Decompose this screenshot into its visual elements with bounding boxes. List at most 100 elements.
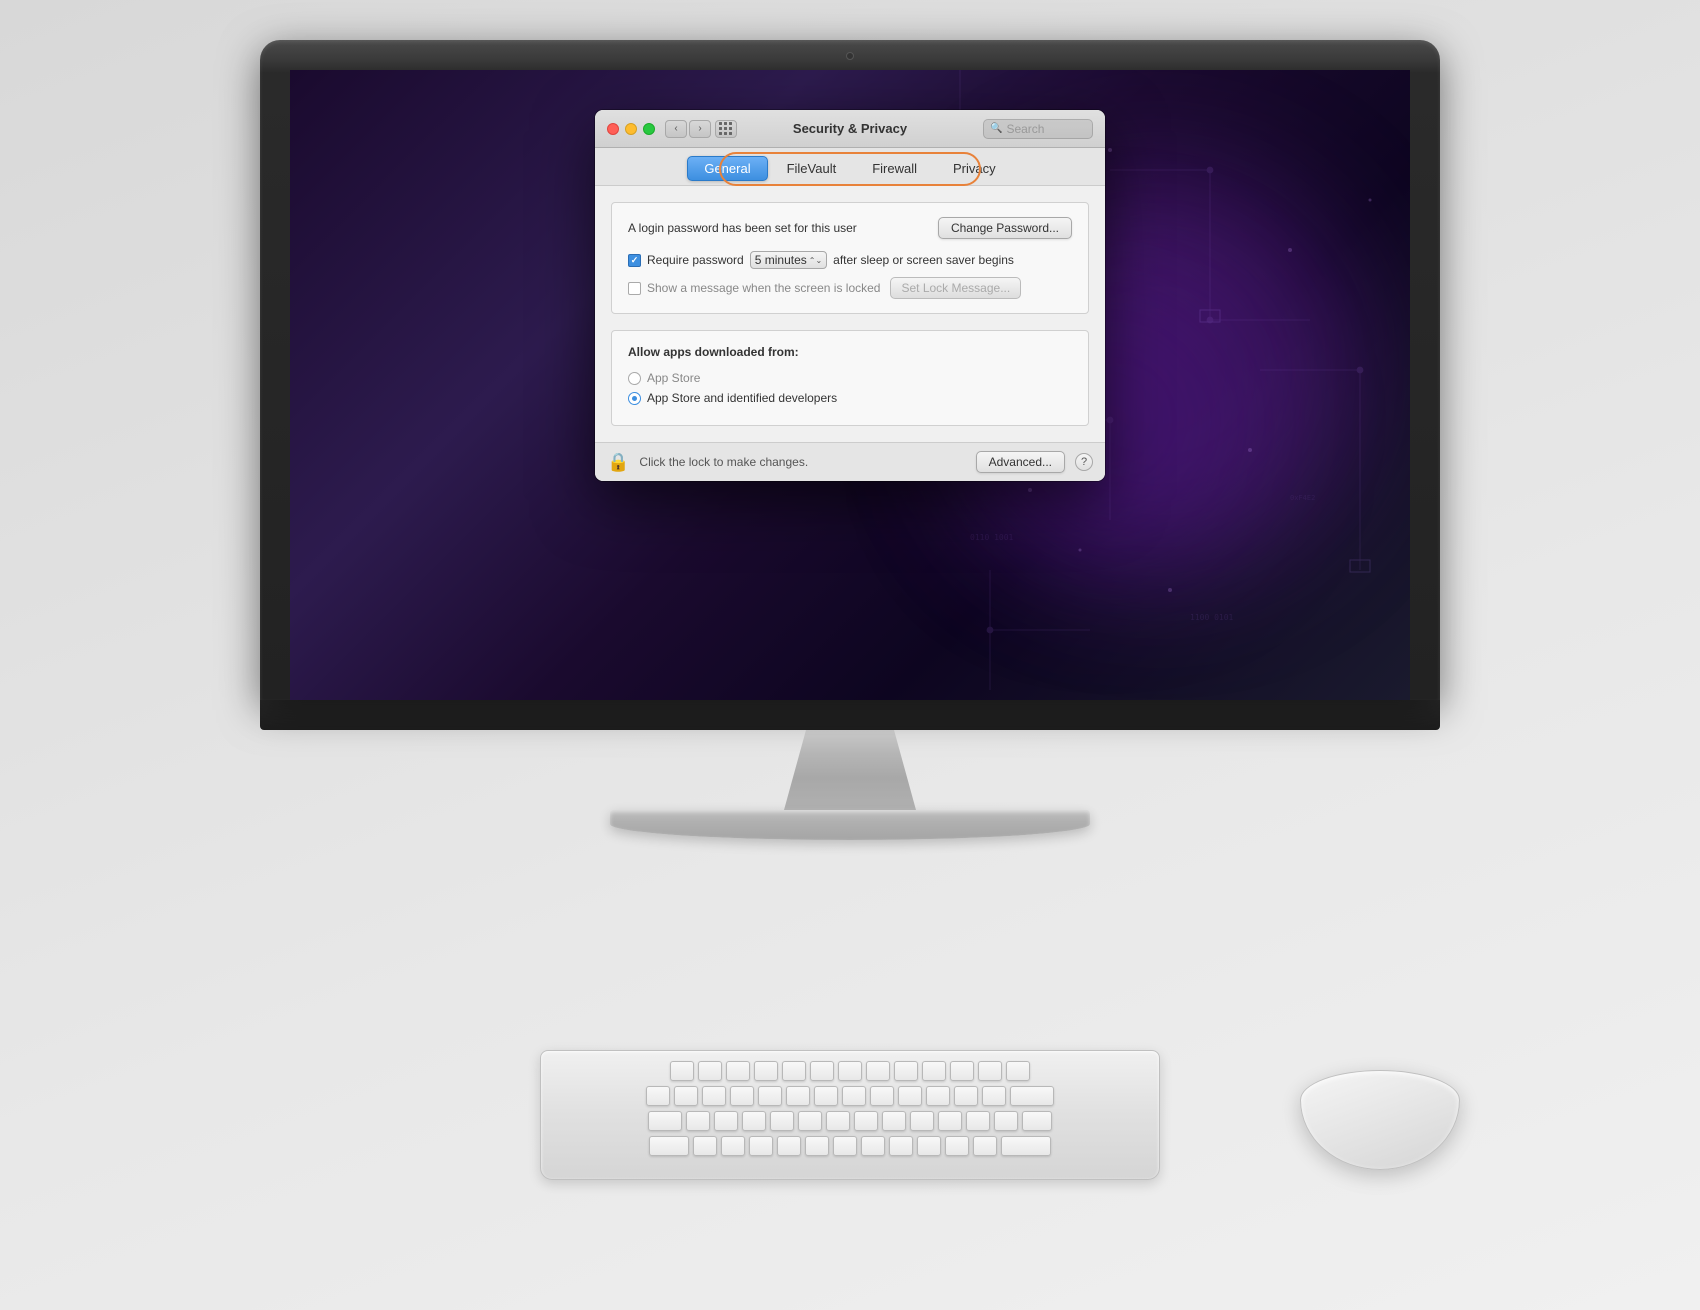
key-6 [814,1086,838,1106]
login-password-row: A login password has been set for this u… [628,217,1072,239]
key-f1 [698,1061,722,1081]
change-password-button[interactable]: Change Password... [938,217,1072,239]
key-capslock [649,1136,689,1156]
screen-area: 0110 1001 1100 0101 0xF4E2 [290,70,1410,700]
mouse-body [1300,1070,1460,1170]
key-f7 [866,1061,890,1081]
key-f [777,1136,801,1156]
key-w [714,1111,738,1131]
key-t [798,1111,822,1131]
window-title: Security & Privacy [793,121,907,136]
imac-wrapper: 0110 1001 1100 0101 0xF4E2 [170,40,1530,840]
key-8 [870,1086,894,1106]
spacer [611,314,1089,330]
apps-grid-button[interactable] [715,120,737,138]
require-password-row: Require password 5 minutes ⌃⌄ after slee… [628,251,1072,269]
key-y [826,1111,850,1131]
key-f11 [978,1061,1002,1081]
tabs-bar: General FileVault Firewall Privacy [595,148,1105,185]
minimize-button[interactable] [625,123,637,135]
keyboard-row-1 [555,1061,1145,1081]
key-tab [648,1111,682,1131]
key-4 [758,1086,782,1106]
keyboard [540,1050,1160,1180]
search-icon: 🔍 [990,123,1002,134]
content-area: A login password has been set for this u… [595,185,1105,442]
key-f8 [894,1061,918,1081]
key-0 [926,1086,950,1106]
allow-apps-section: Allow apps downloaded from: App Store Ap… [611,330,1089,426]
require-password-checkbox[interactable] [628,254,641,267]
key-j [861,1136,885,1156]
key-semicolon [945,1136,969,1156]
advanced-button[interactable]: Advanced... [976,451,1065,473]
scene: 0110 1001 1100 0101 0xF4E2 [0,0,1700,1310]
search-bar[interactable]: 🔍 Search [983,119,1093,139]
key-o [910,1111,934,1131]
key-delete [1010,1086,1054,1106]
login-password-text: A login password has been set for this u… [628,221,857,235]
key-g [805,1136,829,1156]
radio-identified-label: App Store and identified developers [647,391,837,405]
radio-identified[interactable] [628,392,641,405]
close-button[interactable] [607,123,619,135]
key-minus [954,1086,978,1106]
svg-text:0xF4E2: 0xF4E2 [1290,494,1315,502]
traffic-lights [607,123,655,135]
keyboard-row-3 [555,1111,1145,1131]
key-esc [670,1061,694,1081]
camera-dot [846,52,854,60]
minutes-value: 5 minutes [755,253,807,267]
key-2 [702,1086,726,1106]
key-r [770,1111,794,1131]
set-lock-message-button[interactable]: Set Lock Message... [890,277,1021,299]
key-a [693,1136,717,1156]
radio-app-store[interactable] [628,372,641,385]
key-f9 [922,1061,946,1081]
key-u [854,1111,878,1131]
lock-text: Click the lock to make changes. [639,455,965,469]
key-f5 [810,1061,834,1081]
require-password-label: Require password [647,253,744,267]
svg-text:1100 0101: 1100 0101 [1190,613,1234,622]
bottom-bar: 🔒 Click the lock to make changes. Advanc… [595,442,1105,481]
key-i [882,1111,906,1131]
key-rbracket [994,1111,1018,1131]
tab-privacy[interactable]: Privacy [936,156,1013,181]
forward-button[interactable]: › [689,120,711,138]
key-k [889,1136,913,1156]
key-d [749,1136,773,1156]
radio-identified-row: App Store and identified developers [628,391,1072,405]
show-message-row: Show a message when the screen is locked… [628,277,1072,299]
radio-app-store-label: App Store [647,371,700,385]
nav-buttons: ‹ › [665,120,711,138]
help-button[interactable]: ? [1075,453,1093,471]
key-5 [786,1086,810,1106]
maximize-button[interactable] [643,123,655,135]
tab-firewall[interactable]: Firewall [855,156,934,181]
key-f4 [782,1061,806,1081]
key-9 [898,1086,922,1106]
stand-neck [740,730,960,810]
key-lbracket [966,1111,990,1131]
key-backtick [646,1086,670,1106]
minutes-dropdown[interactable]: 5 minutes ⌃⌄ [750,251,827,269]
tab-filevault[interactable]: FileVault [770,156,854,181]
back-button[interactable]: ‹ [665,120,687,138]
svg-text:0110 1001: 0110 1001 [970,533,1014,542]
key-quote [973,1136,997,1156]
key-f2 [726,1061,750,1081]
key-3 [730,1086,754,1106]
keyboard-row-2 [555,1086,1145,1106]
tab-general[interactable]: General [687,156,767,181]
stand-base [610,810,1090,840]
show-message-checkbox[interactable] [628,282,641,295]
lock-icon[interactable]: 🔒 [607,452,629,473]
after-sleep-text: after sleep or screen saver begins [833,253,1014,267]
camera-area [846,52,854,60]
allow-apps-title: Allow apps downloaded from: [628,345,1072,359]
login-section: A login password has been set for this u… [611,202,1089,314]
show-message-label: Show a message when the screen is locked [647,281,880,295]
magic-mouse [1300,1070,1460,1170]
keyboard-row-4 [555,1136,1145,1156]
